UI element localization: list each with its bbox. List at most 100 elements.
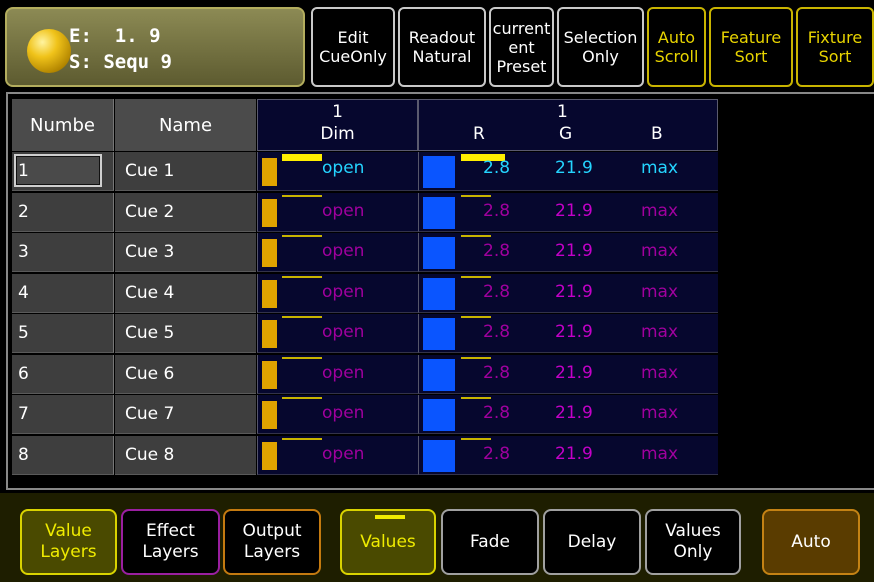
dim-value-cell[interactable]: open [257,395,418,434]
b-value: max [641,241,679,261]
cue-number-cell[interactable]: 7 [12,395,114,434]
dim-fixture-number: 1 [332,102,343,122]
cue-number: 2 [18,201,29,222]
cue-name-cell[interactable]: Cue 2 [115,192,256,232]
edit-cueonly-button[interactable]: Edit CueOnly [311,7,395,87]
b-value: max [641,158,679,178]
cue-number-cell[interactable]: 1 [12,152,114,191]
rgb-value-cell[interactable]: 2.8 21.9 max [418,435,718,475]
cue-name: Cue 4 [125,282,175,303]
table-row[interactable]: 5 Cue 5 open 2.8 21.9 max [12,314,718,354]
table-row[interactable]: 6 Cue 6 open 2.8 21.9 max [12,354,718,395]
dim-value: open [322,281,365,302]
fade-line [282,235,322,237]
cue-name: Cue 5 [125,323,175,343]
b-value: max [641,281,679,302]
g-value: 21.9 [555,281,593,302]
cue-name-cell[interactable]: Cue 8 [115,435,256,475]
cue-name: Cue 3 [125,242,175,262]
b-attribute-label: B [651,124,663,144]
dim-value-cell[interactable]: open [257,354,418,394]
dim-value-cell[interactable]: open [257,233,418,272]
table-row[interactable]: 4 Cue 4 open 2.8 21.9 max [12,273,718,314]
cue-number-cell[interactable]: 4 [12,273,114,313]
dim-value: open [322,443,365,464]
current-preset-button[interactable]: current ent Preset [489,7,554,87]
cue-number-cell[interactable]: 3 [12,233,114,272]
readout-natural-button[interactable]: Readout Natural [398,7,486,87]
g-value: 21.9 [555,158,593,178]
dim-value: open [322,241,365,261]
cue-name-cell[interactable]: Cue 4 [115,273,256,313]
cue-number-cell[interactable]: 8 [12,435,114,475]
cue-number-cell[interactable]: 2 [12,192,114,232]
rgb-value-cell[interactable]: 2.8 21.9 max [418,354,718,394]
cue-number: 4 [18,282,29,303]
table-row[interactable]: 3 Cue 3 open 2.8 21.9 max [12,233,718,273]
fade-bar [282,154,322,161]
dim-swatch [262,279,277,308]
fade-line [282,275,322,278]
table-row[interactable]: 2 Cue 2 open 2.8 21.9 max [12,192,718,233]
dim-value: open [322,403,365,423]
rgb-value-cell[interactable]: 2.8 21.9 max [418,314,718,353]
table-row[interactable]: 8 Cue 8 open 2.8 21.9 max [12,435,718,476]
cue-name-cell[interactable]: Cue 1 [115,152,256,191]
table-row[interactable]: 1 Cue 1 open 2.8 21.9 max [12,152,718,192]
executor-title-box[interactable]: E: 1. 9 S: Sequ 9 [5,7,305,87]
cue-number: 3 [18,242,29,262]
table-row[interactable]: 7 Cue 7 open 2.8 21.9 max [12,395,718,435]
dim-swatch [262,158,277,186]
column-header-dim[interactable]: 1 Dim [257,99,418,151]
feature-sort-button[interactable]: Feature Sort [709,7,793,87]
dim-value: open [322,322,365,342]
r-value: 2.8 [483,158,511,178]
g-value: 21.9 [555,241,593,261]
dim-swatch [262,239,277,267]
rgb-value-cell[interactable]: 2.8 21.9 max [418,273,718,313]
executor-label: E: 1. 9 [69,25,161,47]
column-header-rgb[interactable]: 1 R G B [418,99,718,151]
selection-only-button[interactable]: Selection Only [557,7,644,87]
g-value: 21.9 [555,443,593,464]
auto-button[interactable]: Auto [762,509,860,575]
fixture-sort-button[interactable]: Fixture Sort [796,7,874,87]
dim-value-cell[interactable]: open [257,273,418,313]
fade-button[interactable]: Fade [441,509,539,575]
effect-layers-button[interactable]: Effect Layers [121,509,220,575]
rgb-value-cell[interactable]: 2.8 21.9 max [418,152,718,191]
cue-number: 7 [18,404,29,424]
values-only-button[interactable]: Values Only [645,509,741,575]
rgb-fixture-number: 1 [557,102,568,122]
cue-name-cell[interactable]: Cue 5 [115,314,256,353]
fade-line [461,235,491,237]
dim-attribute-label: Dim [320,124,355,144]
column-header-name[interactable]: Name [115,99,256,151]
b-value: max [641,362,679,383]
rgb-value-cell[interactable]: 2.8 21.9 max [418,233,718,272]
value-layers-button[interactable]: Value Layers [20,509,117,575]
dim-value: open [322,158,365,178]
dim-value-cell[interactable]: open [257,152,418,191]
cue-name: Cue 2 [125,201,175,222]
cue-number: 6 [18,363,29,384]
cue-number: 5 [18,323,29,343]
dim-value-cell[interactable]: open [257,314,418,353]
dim-value-cell[interactable]: open [257,192,418,232]
delay-button[interactable]: Delay [543,509,641,575]
fade-line [461,316,491,318]
rgb-value-cell[interactable]: 2.8 21.9 max [418,192,718,232]
cue-name-cell[interactable]: Cue 7 [115,395,256,434]
values-button[interactable]: Values [340,509,436,575]
cue-name-cell[interactable]: Cue 3 [115,233,256,272]
cue-name-cell[interactable]: Cue 6 [115,354,256,394]
cue-number-cell[interactable]: 6 [12,354,114,394]
column-header-number[interactable]: Numbe [12,99,114,151]
dim-swatch [262,401,277,429]
rgb-value-cell[interactable]: 2.8 21.9 max [418,395,718,434]
auto-scroll-button[interactable]: Auto Scroll [647,7,706,87]
output-layers-button[interactable]: Output Layers [223,509,321,575]
cue-number-cell[interactable]: 5 [12,314,114,353]
dim-value: open [322,362,365,383]
dim-value-cell[interactable]: open [257,435,418,475]
